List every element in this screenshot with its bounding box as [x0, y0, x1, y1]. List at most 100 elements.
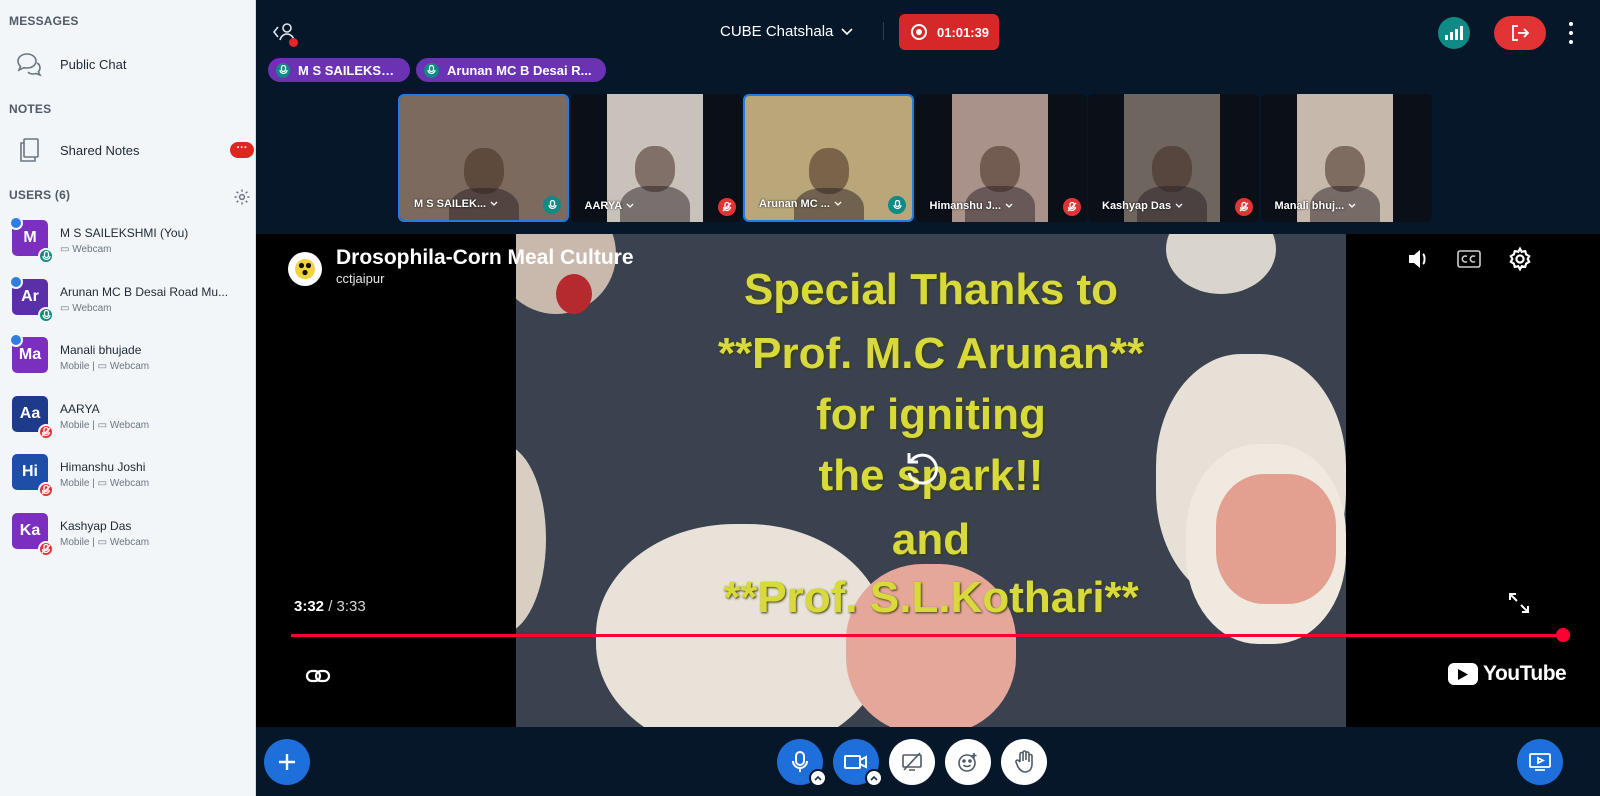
- record-icon: [911, 24, 927, 40]
- presentation-icon: [1529, 753, 1551, 771]
- exit-icon: [1512, 25, 1530, 41]
- overlay-line: **Prof. S.L.Kothari**: [723, 573, 1139, 622]
- camera-button[interactable]: [833, 739, 883, 787]
- webcam-user-name[interactable]: Manali bhuj...: [1275, 200, 1357, 212]
- hand-icon: [1015, 750, 1033, 773]
- talker-pill[interactable]: Arunan MC B Desai R...: [416, 58, 606, 82]
- raise-hand-button[interactable]: [1001, 739, 1047, 785]
- top-bar: CUBE Chatshala 01:01:39: [256, 0, 1600, 60]
- user-device: Mobile | ▭ Webcam: [60, 419, 150, 431]
- webcam-user-label: Manali bhuj...: [1274, 200, 1345, 212]
- channel-name[interactable]: cctjaipur: [336, 271, 384, 286]
- settings-gear-icon[interactable]: [1507, 246, 1533, 272]
- webcam-tile[interactable]: AARYA: [570, 94, 742, 222]
- webcam-tile[interactable]: Arunan MC ...: [743, 94, 914, 222]
- user-options-gear-icon[interactable]: [233, 188, 251, 206]
- presentation-toggle-button[interactable]: [1517, 739, 1563, 785]
- captions-icon[interactable]: [1456, 246, 1482, 272]
- user-device: ▭ Webcam: [60, 244, 112, 255]
- public-chat-label: Public Chat: [60, 56, 127, 72]
- actions-plus-button[interactable]: [264, 739, 310, 785]
- webcam-tile[interactable]: M S SAILEK...: [398, 94, 569, 222]
- audio-options-caret-icon[interactable]: [809, 769, 827, 787]
- progress-scrubber[interactable]: [1556, 628, 1570, 642]
- external-video-player[interactable]: Special Thanks to **Prof. M.C Arunan** f…: [256, 234, 1600, 727]
- chevron-down-icon: [834, 198, 842, 210]
- microphone-icon: [792, 751, 808, 772]
- user-device: Mobile | ▭ Webcam: [60, 537, 150, 548]
- replay-icon[interactable]: [899, 447, 943, 491]
- user-list-item[interactable]: Ar Arunan MC B Desai Road Mu... ▭ Webcam: [9, 273, 256, 325]
- bottom-action-bar: [256, 727, 1600, 796]
- webcam-tile[interactable]: Kashyap Das: [1088, 94, 1259, 222]
- user-device: ▭ Webcam: [60, 302, 112, 314]
- channel-logo-icon[interactable]: [288, 252, 322, 286]
- time-separator: /: [324, 598, 337, 615]
- screen-share-button[interactable]: [889, 739, 935, 785]
- user-list-item[interactable]: Aa AARYA Mobile | ▭ Webcam: [12, 390, 256, 442]
- user-list-item[interactable]: Hi Himanshu Joshi Mobile | ▭ Webcam: [12, 448, 256, 500]
- video-title[interactable]: Drosophila-Corn Meal Culture: [336, 246, 634, 270]
- shared-notes-item[interactable]: Shared Notes ···: [12, 132, 256, 168]
- toggle-userlist-button[interactable]: [272, 20, 300, 47]
- volume-icon[interactable]: [1406, 246, 1432, 272]
- sidebar: MESSAGES Public Chat NOTES Shared Notes …: [0, 0, 256, 796]
- user-list-item[interactable]: MM S SAILEKSHMI (You) ▭ Webcam: [9, 214, 256, 266]
- youtube-play-icon: [1448, 663, 1478, 685]
- fullscreen-icon[interactable]: [1506, 590, 1532, 616]
- current-time: 3:32: [294, 598, 325, 615]
- webcam-user-name[interactable]: M S SAILEK...: [414, 198, 498, 210]
- user-device: Mobile | ▭ Webcam: [60, 361, 150, 373]
- webcam-user-label: Himanshu J...: [929, 200, 1002, 212]
- options-menu-icon[interactable]: [1566, 20, 1576, 46]
- moderator-pencil-icon: [9, 274, 23, 289]
- mic-muted-icon: [38, 541, 54, 557]
- webcam-user-name[interactable]: AARYA: [585, 200, 635, 212]
- notes-icon: [12, 134, 46, 166]
- mic-muted-icon: [38, 482, 54, 499]
- mic-muted-icon: [1235, 198, 1253, 216]
- progress-bar[interactable]: [291, 634, 1563, 637]
- video-options-caret-icon[interactable]: [865, 769, 883, 787]
- user-name: Manali bhujade: [60, 343, 142, 358]
- webcam-user-label: AARYA: [584, 200, 623, 212]
- webcam-user-label: Arunan MC ...: [759, 198, 830, 210]
- user-list-item[interactable]: Ma Manali bhujade Mobile | ▭ Webcam: [9, 331, 256, 383]
- meeting-title-dropdown[interactable]: CUBE Chatshala: [720, 23, 853, 40]
- users-title: USERS (6): [9, 188, 71, 202]
- webcam-tile[interactable]: Himanshu J...: [915, 94, 1087, 222]
- recording-button[interactable]: 01:01:39: [899, 14, 999, 50]
- talker-pill[interactable]: M S SAILEKSHMI: [268, 58, 410, 82]
- link-icon[interactable]: [304, 662, 332, 690]
- webcam-user-label: Kashyap Das: [1102, 200, 1172, 212]
- mic-on-icon: [424, 62, 439, 78]
- meeting-title: CUBE Chatshala: [720, 23, 834, 40]
- webcam-user-name[interactable]: Kashyap Das: [1102, 200, 1183, 212]
- webcam-user-name[interactable]: Arunan MC ...: [759, 198, 842, 210]
- youtube-brand[interactable]: YouTube: [1448, 662, 1567, 686]
- microphone-button[interactable]: [777, 739, 827, 787]
- webcam-user-label: M S SAILEK...: [414, 198, 487, 210]
- screen-share-off-icon: [902, 752, 922, 771]
- user-list-item[interactable]: Ka Kashyap Das Mobile | ▭ Webcam: [12, 507, 256, 559]
- talker-name: M S SAILEKSHMI: [298, 62, 398, 78]
- connection-status-icon[interactable]: [1438, 17, 1470, 49]
- chevron-down-icon: [1348, 200, 1356, 212]
- mic-on-icon: [888, 196, 906, 214]
- chat-bubbles-icon: [12, 48, 46, 80]
- webcam-user-name[interactable]: Himanshu J...: [930, 200, 1014, 212]
- reactions-button[interactable]: [945, 739, 991, 785]
- public-chat-item[interactable]: Public Chat: [12, 46, 256, 82]
- chevron-down-icon: [841, 27, 853, 35]
- video-time: 3:32 / 3:33: [294, 598, 366, 615]
- mic-on-icon: [38, 306, 54, 323]
- user-name: M S SAILEKSHMI (You): [60, 226, 189, 240]
- mic-muted-icon: [38, 423, 54, 440]
- chevron-down-icon: [490, 198, 498, 210]
- mic-muted-icon: [1062, 198, 1081, 216]
- chevron-down-icon: [1175, 200, 1183, 212]
- chevron-down-icon: [1005, 200, 1013, 212]
- leave-meeting-button[interactable]: [1494, 16, 1546, 50]
- webcam-tile[interactable]: Manali bhuj...: [1260, 94, 1432, 222]
- plus-icon: [279, 754, 295, 770]
